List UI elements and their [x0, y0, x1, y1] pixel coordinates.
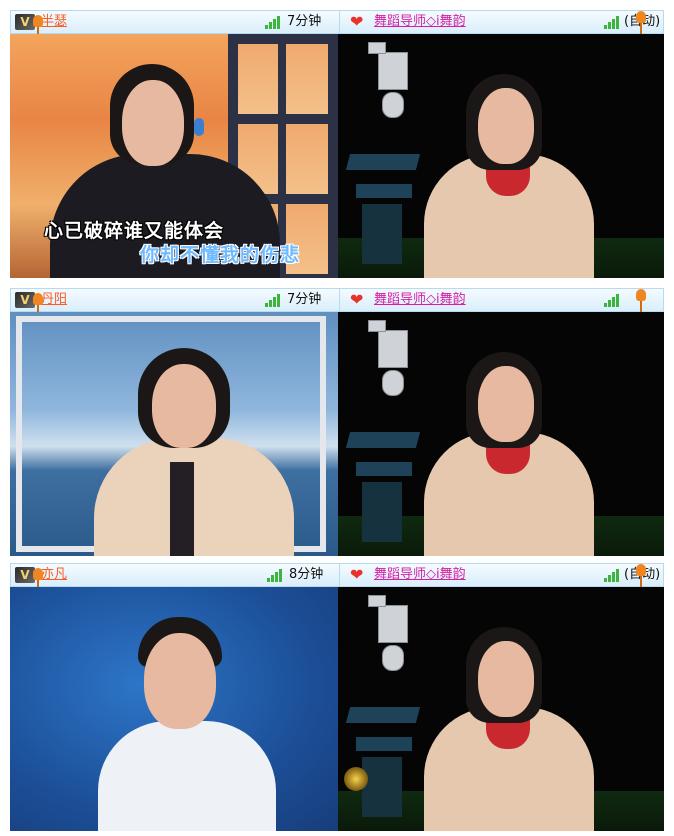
- pagoda-decoration: [338, 697, 428, 817]
- signal-bars-icon: [265, 293, 283, 307]
- panel-header: V 丹阳 7分钟 ❤ 舞蹈导师◇ⅰ舞韵: [10, 288, 666, 325]
- host-info-bar: ❤ 舞蹈导师◇ⅰ舞韵 (自动): [339, 564, 666, 596]
- pagoda-decoration: [338, 144, 428, 264]
- user-info-bar: V 半瑟 7分钟: [11, 11, 339, 47]
- robot-decoration: [368, 595, 418, 685]
- signal-bars-icon: [604, 15, 622, 29]
- user-name-link[interactable]: 亦凡: [41, 564, 67, 586]
- robot-decoration: [368, 42, 418, 132]
- user-video-feed: [10, 312, 338, 556]
- user-info-bar: V 亦凡 8分钟: [11, 564, 339, 600]
- video-panel-3: V 亦凡 8分钟 ❤ 舞蹈导师◇ⅰ舞韵 (自动): [10, 563, 664, 831]
- duration-label: 8分钟: [289, 567, 324, 582]
- pagoda-decoration: [338, 422, 428, 542]
- user-video-feed: [10, 587, 338, 831]
- host-name-link[interactable]: 舞蹈导师◇ⅰ舞韵: [374, 564, 466, 586]
- host-video-feed: [338, 34, 664, 278]
- duration-label: 7分钟: [287, 292, 322, 307]
- video-panel-2: V 丹阳 7分钟 ❤ 舞蹈导师◇ⅰ舞韵: [10, 288, 664, 556]
- robot-decoration: [368, 320, 418, 410]
- signal-bars-icon: [265, 15, 283, 29]
- host-info-bar: ❤ 舞蹈导师◇ⅰ舞韵: [339, 289, 666, 321]
- signal-bars-icon: [267, 568, 285, 582]
- lyric-line-2: 你却不懂我的伤悲: [140, 244, 301, 266]
- panel-header: V 亦凡 8分钟 ❤ 舞蹈导师◇ⅰ舞韵 (自动): [10, 563, 666, 600]
- lyric-line-1: 心已破碎谁又能体会: [44, 220, 225, 242]
- host-video-feed: [338, 587, 664, 831]
- duration-label: 7分钟: [287, 14, 322, 29]
- heart-icon[interactable]: ❤: [350, 566, 363, 584]
- host-name-link[interactable]: 舞蹈导师◇ⅰ舞韵: [374, 11, 466, 33]
- app-logo-icon: V: [15, 14, 35, 30]
- heart-icon[interactable]: ❤: [350, 291, 363, 309]
- host-video-feed: [338, 312, 664, 556]
- user-video-feed: 心已破碎谁又能体会 你却不懂我的伤悲: [10, 34, 338, 278]
- user-name-link[interactable]: 半瑟: [41, 11, 67, 33]
- signal-bars-icon: [604, 568, 622, 582]
- heart-icon[interactable]: ❤: [350, 13, 363, 31]
- app-logo-icon: V: [15, 567, 35, 583]
- host-info-bar: ❤ 舞蹈导师◇ⅰ舞韵 (自动): [339, 11, 666, 43]
- host-name-link[interactable]: 舞蹈导师◇ⅰ舞韵: [374, 289, 466, 311]
- panel-header: V 半瑟 7分钟 ❤ 舞蹈导师◇ⅰ舞韵 (自动): [10, 10, 666, 47]
- signal-bars-icon: [604, 293, 622, 307]
- app-logo-icon: V: [15, 292, 35, 308]
- video-panel-1: V 半瑟 7分钟 ❤ 舞蹈导师◇ⅰ舞韵 (自动): [10, 10, 664, 278]
- user-info-bar: V 丹阳 7分钟: [11, 289, 339, 325]
- user-name-link[interactable]: 丹阳: [41, 289, 67, 311]
